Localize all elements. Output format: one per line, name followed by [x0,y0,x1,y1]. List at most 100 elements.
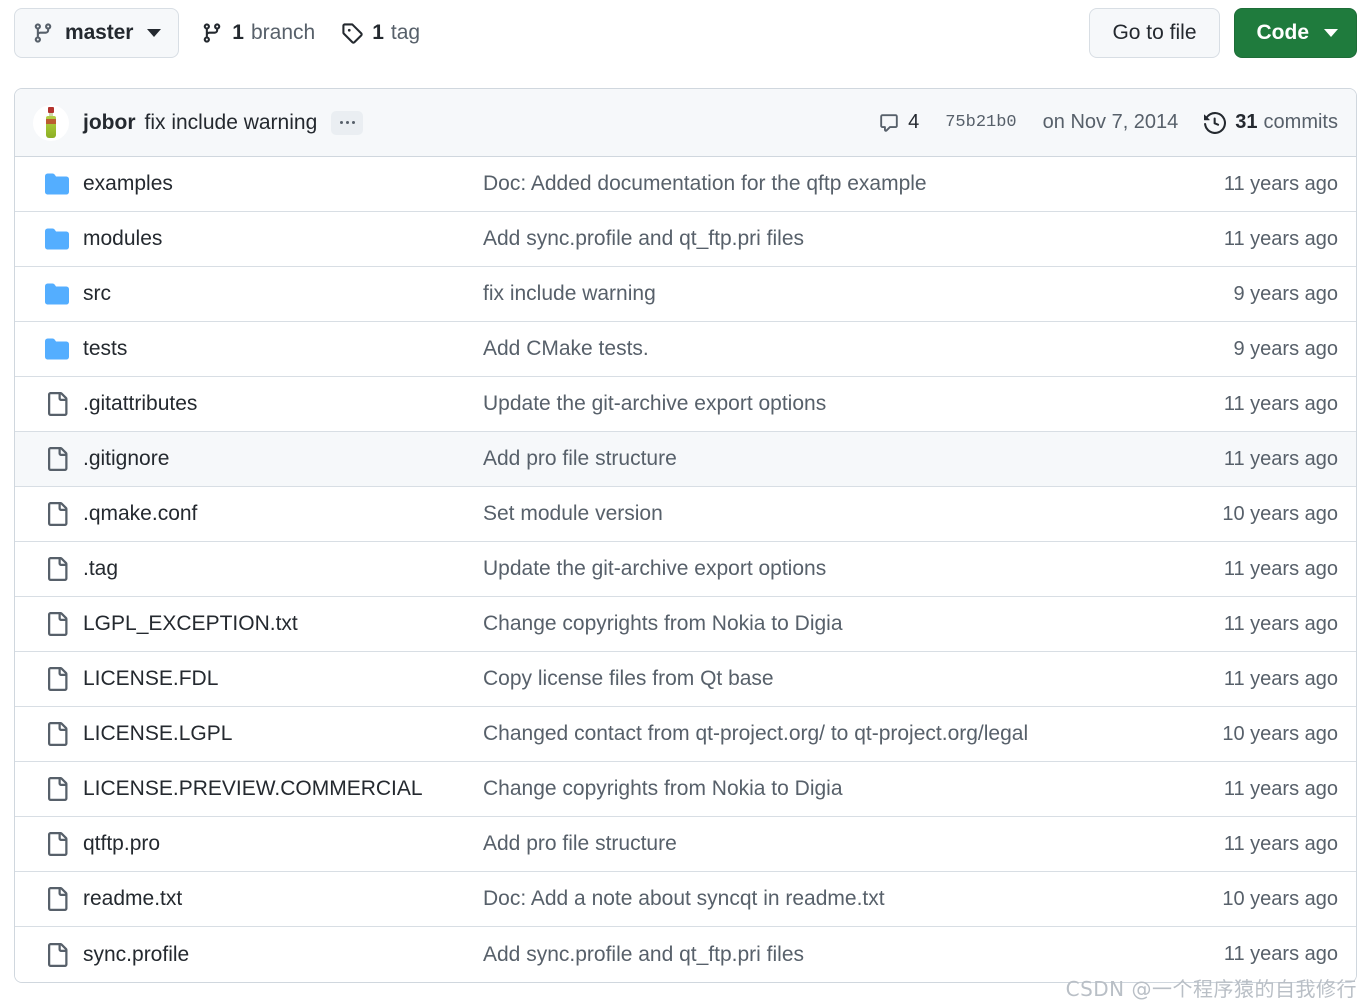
table-row[interactable]: .gitattributes Update the git-archive exp… [15,377,1356,432]
folder-icon [45,227,83,251]
branch-count-number: 1 [232,21,244,44]
file-commit-message-link[interactable]: Update the git-archive export options [483,557,1148,581]
branch-count-word: branch [250,21,316,44]
file-commit-time: 11 years ago [1223,447,1338,470]
file-name-link[interactable]: LICENSE.PREVIEW.COMMERCIAL [83,777,483,801]
file-name-link[interactable]: qtftp.pro [83,832,483,856]
commit-author-link[interactable]: jobor [83,111,136,135]
file-name-link[interactable]: LGPL_EXCEPTION.txt [83,612,483,636]
file-icon [45,887,83,911]
file-commit-message-link[interactable]: Change copyrights from Nokia to Digia [483,612,1148,636]
table-row[interactable]: src fix include warning 9 years ago [15,267,1356,322]
file-name-link[interactable]: .gitignore [83,447,483,471]
file-commit-time: 11 years ago [1223,227,1338,250]
commits-count-word: commits [1263,111,1338,133]
file-name-link[interactable]: .gitattributes [83,392,483,416]
file-commit-time: 11 years ago [1223,777,1338,800]
table-row[interactable]: LGPL_EXCEPTION.txt Change copyrights from… [15,597,1356,652]
file-commit-time: 10 years ago [1222,502,1338,525]
file-commit-message-link[interactable]: Add sync.profile and qt_ftp.pri files [483,943,1148,967]
file-rows-container: examples Doc: Added documentation for the… [15,157,1356,982]
file-commit-message-link[interactable]: Add pro file structure [483,447,1148,471]
table-row[interactable]: examples Doc: Added documentation for the… [15,157,1356,212]
git-branch-icon [201,22,223,44]
file-icon [45,667,83,691]
table-row[interactable]: tests Add CMake tests. 9 years ago [15,322,1356,377]
commit-date: on Nov 7, 2014 [1042,111,1179,133]
code-button-label: Code [1256,21,1310,44]
file-name-link[interactable]: sync.profile [83,943,483,967]
history-icon [1204,111,1227,134]
table-row[interactable]: .tag Update the git-archive export option… [15,542,1356,597]
branch-name-label: master [65,21,134,44]
file-name-link[interactable]: .qmake.conf [83,502,483,526]
commit-header-meta: 4 75b21b0 on Nov 7, 2014 31 commits [879,111,1338,134]
folder-icon [45,337,83,361]
file-commit-message-link[interactable]: Add sync.profile and qt_ftp.pri files [483,227,1148,251]
file-name-link[interactable]: readme.txt [83,887,483,911]
table-row[interactable]: LICENSE.FDL Copy license files from Qt ba… [15,652,1356,707]
file-commit-time: 11 years ago [1223,943,1338,965]
code-button[interactable]: Code [1233,8,1357,58]
file-icon [45,722,83,746]
file-commit-message-link[interactable]: Add pro file structure [483,832,1148,856]
repo-meta-group: 1 branch 1 tag [201,21,420,45]
table-row[interactable]: modules Add sync.profile and qt_ftp.pri f… [15,212,1356,267]
tag-icon [341,22,363,44]
file-commit-message-link[interactable]: Set module version [483,502,1148,526]
file-commit-message-link[interactable]: fix include warning [483,282,1148,306]
file-commit-time: 9 years ago [1233,337,1338,360]
file-commit-time: 11 years ago [1223,392,1338,415]
file-commit-time: 11 years ago [1223,667,1338,690]
file-commit-message-link[interactable]: Doc: Add a note about syncqt in readme.t… [483,887,1148,911]
file-commit-message-link[interactable]: Update the git-archive export options [483,392,1148,416]
file-commit-message-link[interactable]: Changed contact from qt-project.org/ to … [483,722,1148,746]
repo-toolbar: master 1 branch 1 tag Go to file Code [0,0,1371,66]
commit-expand-ellipsis-button[interactable] [331,110,364,135]
commit-comments-link[interactable]: 4 [879,111,919,134]
table-row[interactable]: readme.txt Doc: Add a note about syncqt i… [15,872,1356,927]
file-name-link[interactable]: examples [83,172,483,196]
table-row[interactable]: .qmake.conf Set module version 10 years ag… [15,487,1356,542]
file-name-link[interactable]: LICENSE.FDL [83,667,483,691]
file-name-link[interactable]: tests [83,337,483,361]
tag-count-link[interactable]: 1 tag [341,21,420,45]
file-icon [45,942,83,967]
commit-history-link[interactable]: 31 commits [1204,111,1338,134]
file-commit-time: 9 years ago [1233,282,1338,305]
file-commit-message-link[interactable]: Change copyrights from Nokia to Digia [483,777,1148,801]
commit-message-link[interactable]: fix include warning [145,111,318,135]
toolbar-actions: Go to file Code [1089,8,1357,58]
github-repo-file-browser: master 1 branch 1 tag Go to file Code jo… [0,0,1371,1004]
comment-icon [879,113,899,133]
table-row[interactable]: sync.profile Add sync.profile and qt_ftp.… [15,927,1356,982]
file-name-link[interactable]: modules [83,227,483,251]
chevron-down-icon [147,29,162,37]
table-row[interactable]: LICENSE.LGPL Changed contact from qt-proj… [15,707,1356,762]
file-name-link[interactable]: LICENSE.LGPL [83,722,483,746]
file-commit-message-link[interactable]: Add CMake tests. [483,337,1148,361]
commit-sha-link[interactable]: 75b21b0 [945,113,1016,132]
git-branch-icon [32,22,54,44]
file-name-link[interactable]: .tag [83,557,483,581]
go-to-file-button[interactable]: Go to file [1089,8,1220,58]
folder-icon [45,172,83,196]
branch-selector-button[interactable]: master [14,8,180,58]
tag-count-word: tag [390,21,421,44]
file-icon [45,612,83,636]
file-name-link[interactable]: src [83,282,483,306]
table-row[interactable]: qtftp.pro Add pro file structure 11 years … [15,817,1356,872]
file-icon [45,392,83,416]
file-icon [45,777,83,801]
table-row[interactable]: .gitignore Add pro file structure 11 years… [15,432,1356,487]
file-commit-time: 10 years ago [1222,887,1338,910]
avatar[interactable] [33,104,69,141]
table-row[interactable]: LICENSE.PREVIEW.COMMERCIAL Change copyrig… [15,762,1356,817]
file-commit-time: 10 years ago [1222,722,1338,745]
latest-commit-header: jobor fix include warning 4 75b21b0 on N… [15,89,1356,157]
file-icon [45,447,83,471]
branch-count-link[interactable]: 1 branch [201,21,315,45]
file-commit-message-link[interactable]: Doc: Added documentation for the qftp ex… [483,172,1148,196]
file-commit-message-link[interactable]: Copy license files from Qt base [483,667,1148,691]
file-listing-box: jobor fix include warning 4 75b21b0 on N… [14,88,1357,983]
